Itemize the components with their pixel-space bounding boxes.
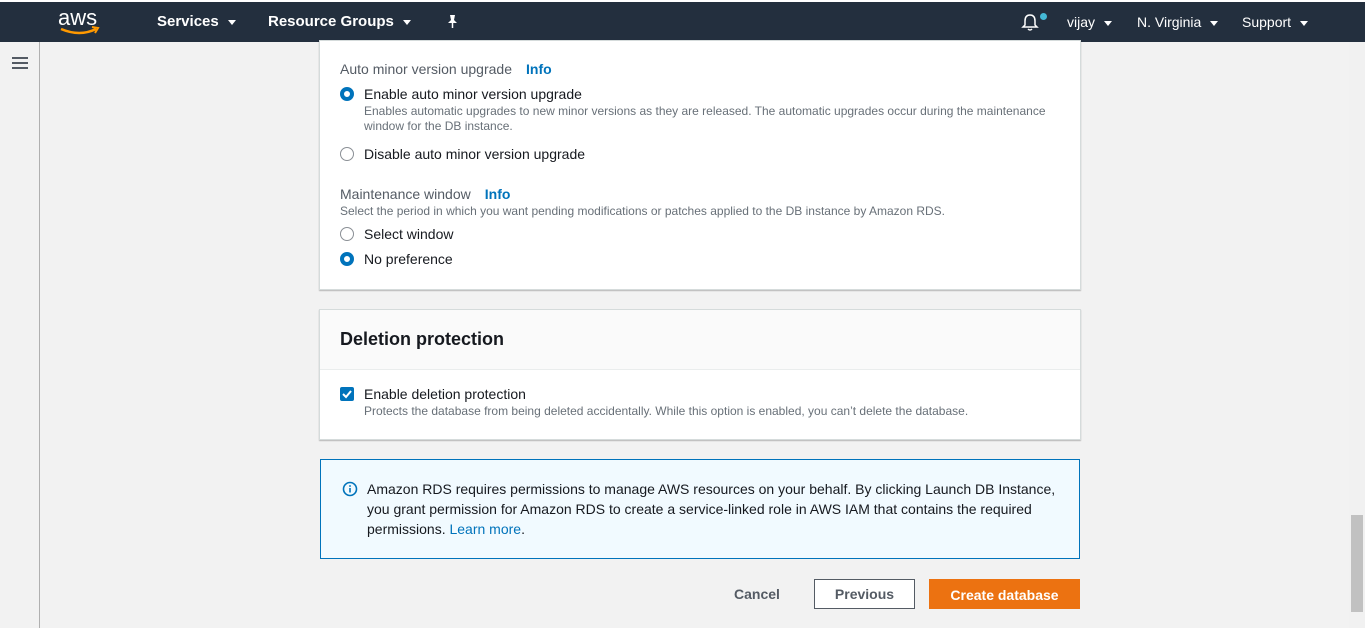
- maintenance-window-info-link[interactable]: Info: [485, 186, 511, 202]
- region-label: N. Virginia: [1137, 14, 1202, 30]
- info-circle-icon: [342, 481, 358, 502]
- permissions-info-alert: Amazon RDS requires permissions to manag…: [320, 459, 1080, 559]
- services-label: Services: [157, 13, 219, 30]
- enable-auto-minor-upgrade-desc: Enables automatic upgrades to new minor …: [364, 104, 1046, 133]
- chevron-down-icon: [1104, 20, 1113, 26]
- previous-button[interactable]: Previous: [814, 579, 915, 609]
- select-window-radio[interactable]: [340, 227, 354, 241]
- enable-deletion-protection-checkbox[interactable]: [340, 387, 354, 401]
- resource-groups-label: Resource Groups: [268, 13, 394, 30]
- aws-smile-icon: [60, 26, 100, 35]
- bell-icon[interactable]: [1021, 13, 1039, 37]
- check-icon: [342, 390, 352, 399]
- cancel-button[interactable]: Cancel: [725, 579, 789, 609]
- enable-auto-minor-upgrade-label[interactable]: Enable auto minor version upgrade: [364, 86, 582, 102]
- user-menu[interactable]: vijay: [1067, 2, 1113, 42]
- enable-deletion-protection-label[interactable]: Enable deletion protection: [364, 386, 526, 402]
- auto-minor-upgrade-info-link[interactable]: Info: [526, 61, 552, 77]
- services-menu[interactable]: Services: [157, 2, 236, 42]
- enable-deletion-protection-desc: Protects the database from being deleted…: [364, 404, 969, 418]
- region-menu[interactable]: N. Virginia: [1137, 2, 1219, 42]
- no-preference-label[interactable]: No preference: [364, 251, 453, 267]
- scrollbar-thumb[interactable]: [1351, 515, 1363, 612]
- disable-auto-minor-upgrade-radio[interactable]: [340, 147, 354, 161]
- disable-auto-minor-upgrade-label[interactable]: Disable auto minor version upgrade: [364, 146, 585, 162]
- support-menu[interactable]: Support: [1242, 2, 1309, 42]
- select-window-label[interactable]: Select window: [364, 226, 454, 242]
- maintenance-window-desc: Select the period in which you want pend…: [340, 204, 946, 218]
- permissions-message-suffix: .: [521, 521, 525, 537]
- create-database-button[interactable]: Create database: [929, 579, 1080, 609]
- enable-auto-minor-upgrade-radio[interactable]: [340, 87, 354, 101]
- chevron-down-icon: [1300, 20, 1309, 26]
- aws-logo[interactable]: aws: [58, 7, 104, 39]
- chevron-down-icon: [227, 19, 236, 25]
- left-navigation: [0, 42, 40, 628]
- maintenance-window-text: Maintenance window: [340, 186, 471, 202]
- permissions-info-text: Amazon RDS requires permissions to manag…: [367, 479, 1067, 539]
- chevron-down-icon: [1210, 20, 1219, 26]
- deletion-protection-heading: Deletion protection: [340, 329, 505, 349]
- user-label: vijay: [1067, 14, 1096, 30]
- no-preference-radio[interactable]: [340, 252, 354, 266]
- auto-minor-upgrade-label: Auto minor version upgrade Info: [340, 61, 552, 77]
- support-label: Support: [1242, 14, 1292, 30]
- auto-minor-upgrade-text: Auto minor version upgrade: [340, 61, 512, 77]
- top-navigation-bar: aws Services Resource Groups vijay N. Vi…: [0, 0, 1365, 42]
- learn-more-link[interactable]: Learn more: [449, 521, 521, 537]
- pin-icon[interactable]: [446, 14, 459, 30]
- notification-dot: [1040, 13, 1047, 20]
- resource-groups-menu[interactable]: Resource Groups: [268, 2, 411, 42]
- maintenance-window-label: Maintenance window Info: [340, 186, 510, 202]
- chevron-down-icon: [402, 19, 411, 25]
- hamburger-menu-icon[interactable]: [12, 56, 28, 75]
